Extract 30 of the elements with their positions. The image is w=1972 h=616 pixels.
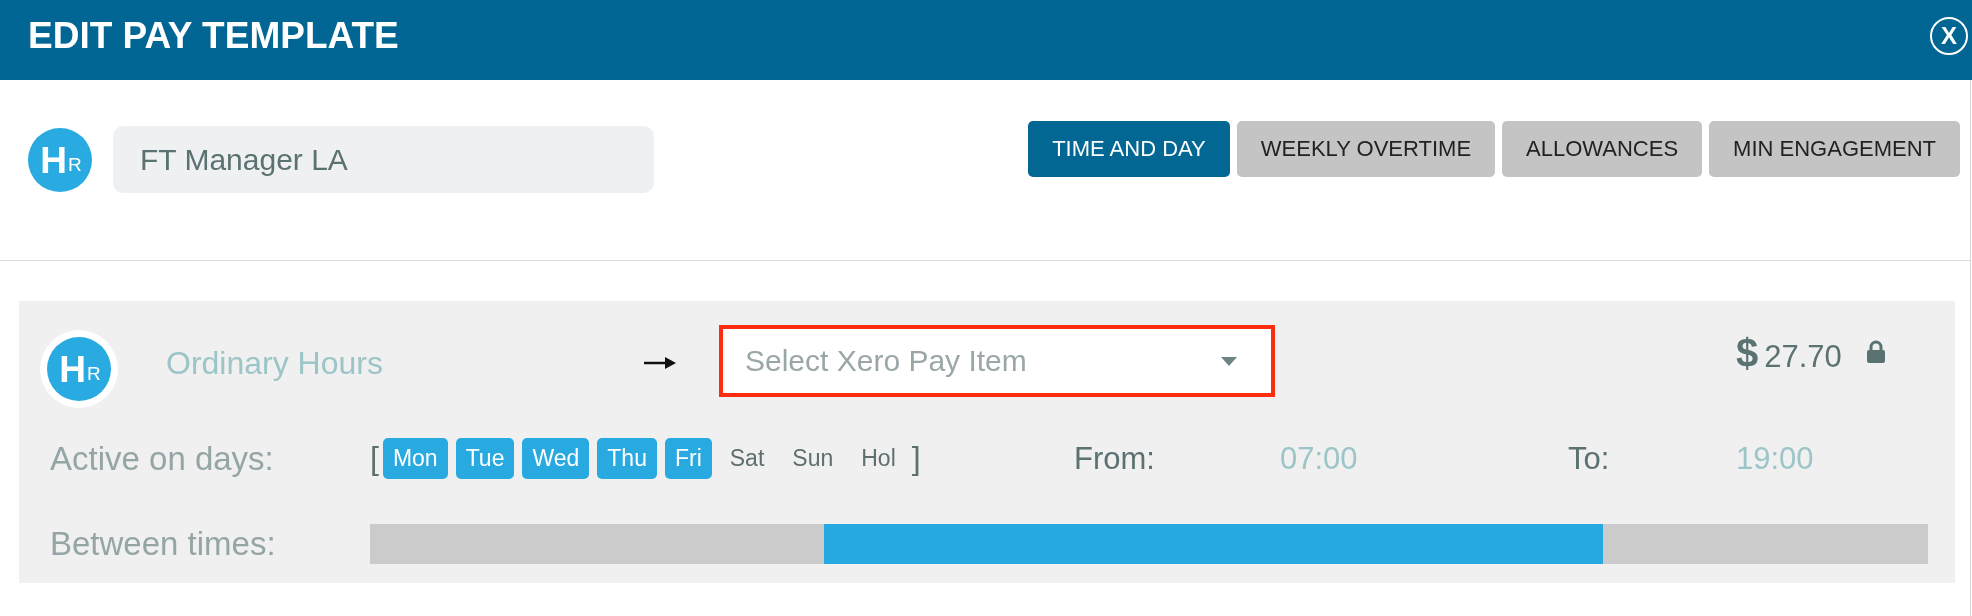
- rule-name: Ordinary Hours: [166, 345, 383, 381]
- pay-item-select[interactable]: Select Xero Pay Item: [719, 325, 1275, 397]
- arrow-icon: [644, 356, 676, 370]
- bracket: ]: [911, 440, 921, 477]
- day-toggle[interactable]: Tue: [455, 438, 515, 479]
- currency-symbol: $: [1736, 330, 1759, 376]
- window-title: EDIT PAY TEMPLATE: [28, 15, 399, 58]
- tab[interactable]: MIN ENGAGEMENT: [1709, 121, 1960, 177]
- day-toggle[interactable]: Sun: [782, 438, 844, 479]
- logo: H R: [40, 330, 118, 408]
- field-label: From:: [1074, 440, 1155, 476]
- caret-icon: [1221, 356, 1237, 366]
- day-toggle[interactable]: Thu: [597, 438, 657, 479]
- logo: H R: [28, 128, 92, 192]
- day-toggle[interactable]: Mon: [382, 438, 448, 479]
- tab[interactable]: TIME AND DAY: [1028, 121, 1230, 177]
- field-label: Between times:: [50, 525, 277, 563]
- day-toggle[interactable]: Sat: [719, 438, 775, 479]
- tab[interactable]: WEEKLY OVERTIME: [1236, 121, 1496, 177]
- day-toggle[interactable]: Fri: [664, 438, 712, 479]
- close-button[interactable]: X: [1930, 17, 1968, 55]
- time-range-track[interactable]: [370, 524, 1928, 564]
- day-toggle[interactable]: Hol: [851, 438, 906, 479]
- field-label: Active on days:: [50, 439, 275, 478]
- tab[interactable]: ALLOWANCES: [1502, 121, 1703, 177]
- rate-value: 27.70: [1764, 338, 1842, 376]
- template-name-field[interactable]: FT Manager LA: [113, 126, 654, 193]
- day-toggle[interactable]: Wed: [522, 438, 590, 479]
- bracket: [: [370, 440, 379, 477]
- field-label: To:: [1568, 440, 1610, 476]
